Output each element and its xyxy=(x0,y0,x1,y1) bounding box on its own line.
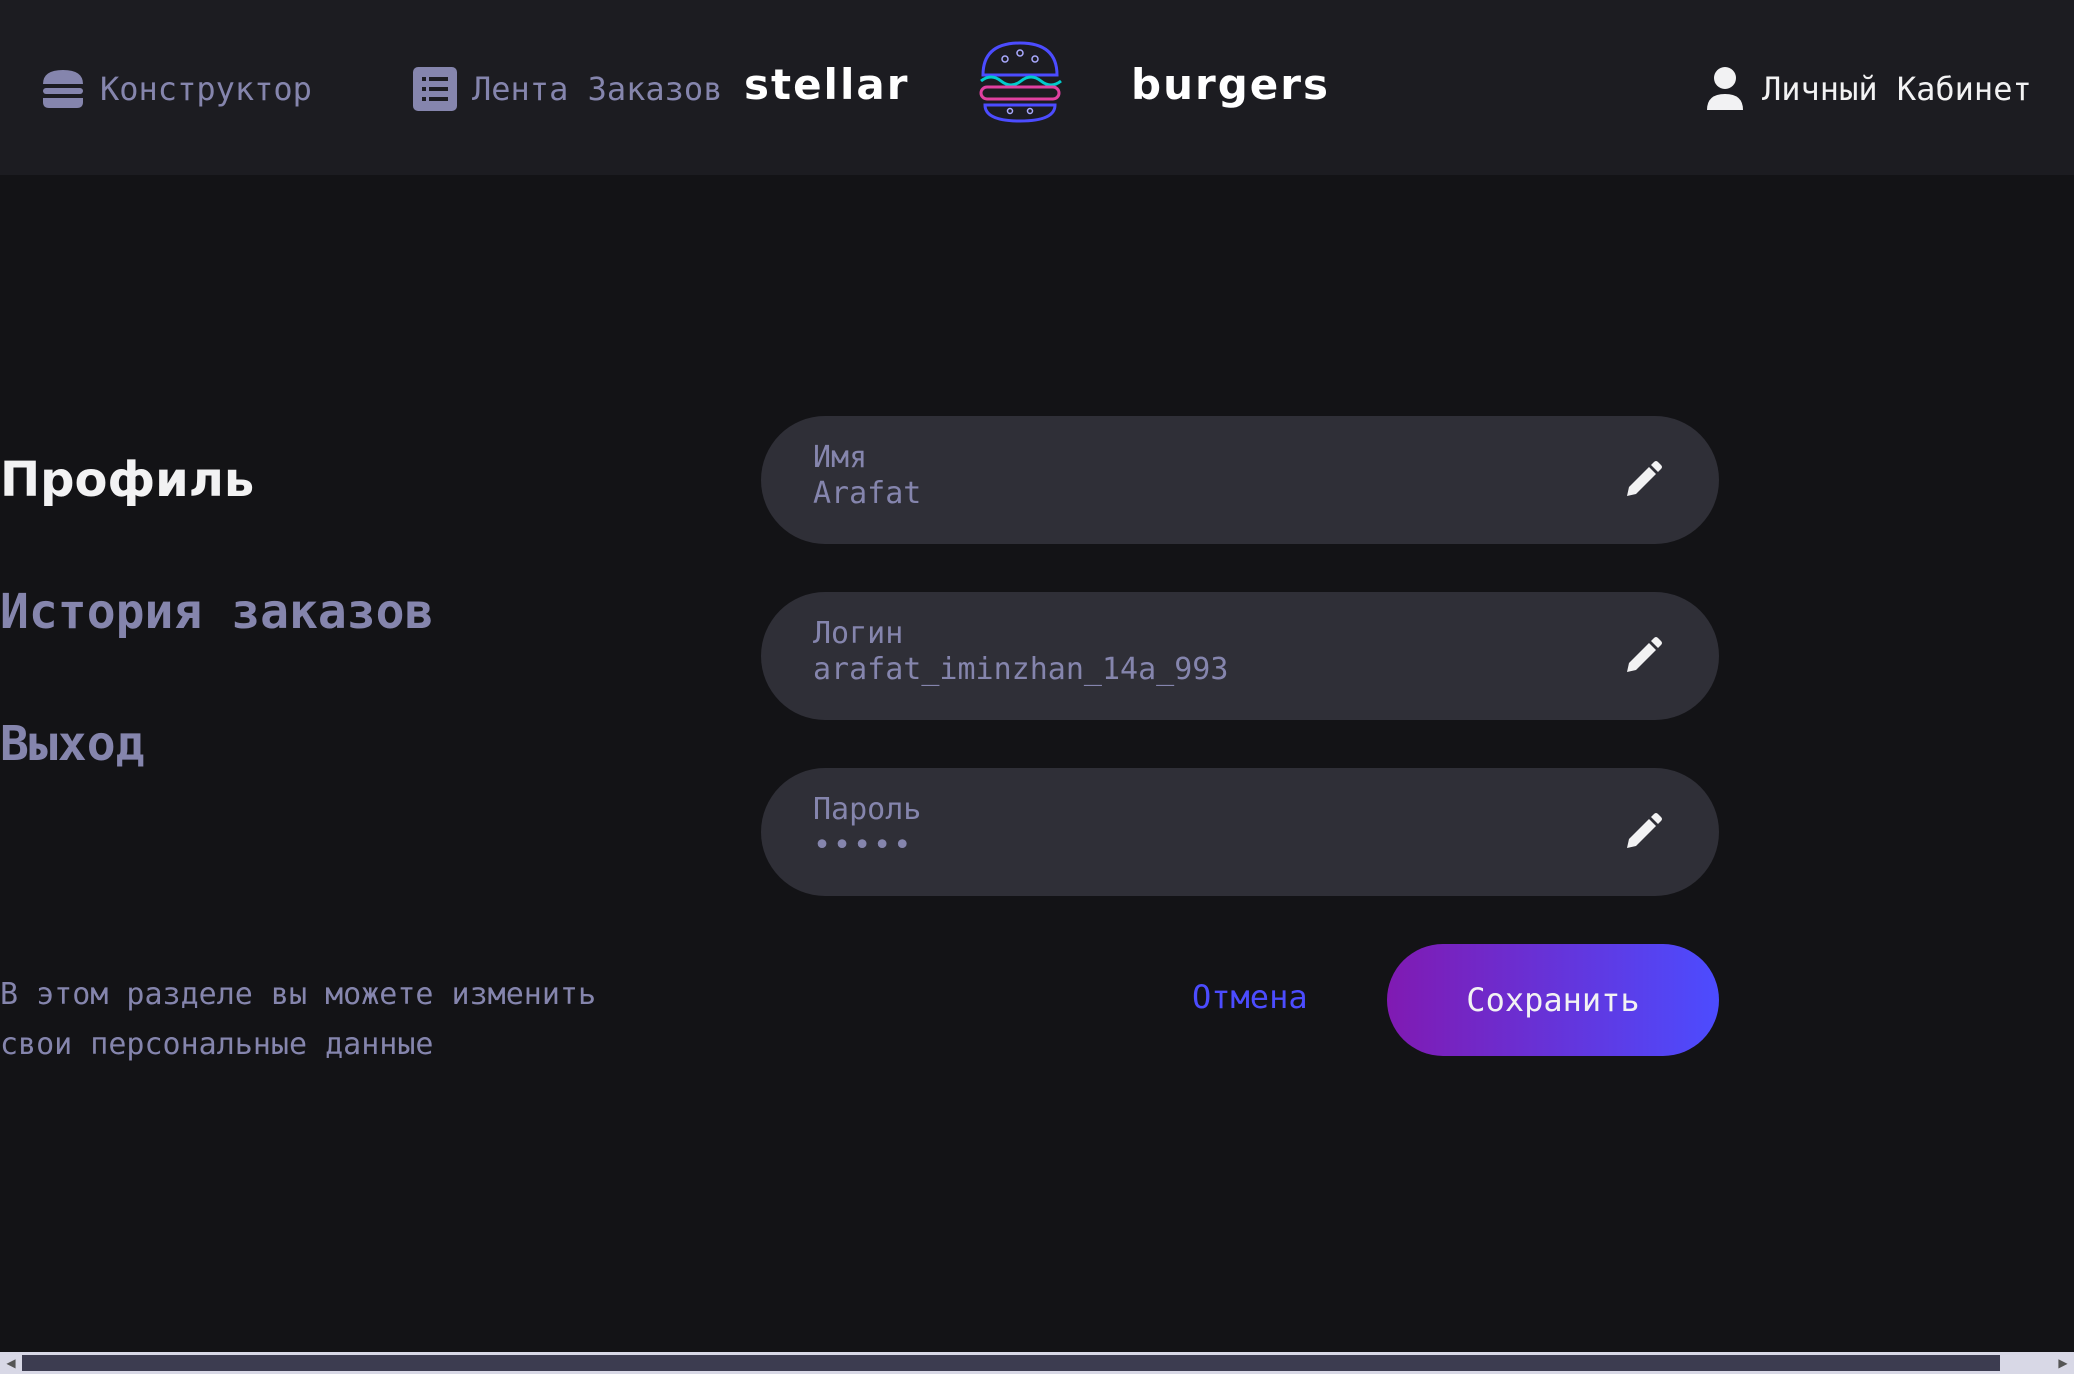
app-header: Конструктор Лента Заказов stellar burger… xyxy=(0,0,2074,175)
save-button[interactable]: Сохранить xyxy=(1387,944,1719,1056)
logo-text-left: stellar xyxy=(744,59,910,109)
scroll-left-icon[interactable]: ◀ xyxy=(0,1352,22,1374)
profile-hint: В этом разделе вы можете изменить свои п… xyxy=(0,977,597,1062)
profile-icon xyxy=(1702,66,1748,112)
edit-icon[interactable] xyxy=(1619,632,1667,680)
login-field[interactable]: Логин arafat_iminzhan_14a_993 xyxy=(761,592,1719,720)
nav-account[interactable]: Личный Кабинет xyxy=(1702,62,2032,116)
name-field-value[interactable]: Arafat xyxy=(813,476,1403,511)
burger-icon xyxy=(40,66,86,112)
nav-order-feed[interactable]: Лента Заказов xyxy=(412,62,722,116)
burger-logo-icon xyxy=(975,37,1065,131)
sidebar-item-order-history[interactable]: История заказов xyxy=(0,584,433,640)
name-field-label: Имя xyxy=(813,440,868,475)
name-field[interactable]: Имя Arafat xyxy=(761,416,1719,544)
nav-constructor-label: Конструктор xyxy=(100,70,312,108)
sidebar-item-profile[interactable]: Профиль xyxy=(0,452,254,508)
sidebar-item-logout[interactable]: Выход xyxy=(0,716,145,772)
logo-text-right: burgers xyxy=(1131,59,1330,109)
scroll-right-icon[interactable]: ▶ xyxy=(2052,1352,2074,1374)
nav-order-feed-label: Лента Заказов xyxy=(472,70,723,108)
list-icon xyxy=(412,66,458,112)
scrollbar-thumb[interactable] xyxy=(22,1355,2000,1371)
login-field-label: Логин xyxy=(813,616,904,651)
nav-constructor[interactable]: Конструктор xyxy=(40,62,312,116)
login-field-value[interactable]: arafat_iminzhan_14a_993 xyxy=(813,652,1403,687)
nav-account-label: Личный Кабинет xyxy=(1762,70,2032,108)
password-field-label: Пароль xyxy=(813,792,922,827)
edit-icon[interactable] xyxy=(1619,808,1667,856)
password-field[interactable]: Пароль ••••• xyxy=(761,768,1719,896)
logo[interactable]: stellar burgers xyxy=(744,38,1330,130)
password-field-value[interactable]: ••••• xyxy=(813,828,1403,863)
cancel-button[interactable]: Отмена xyxy=(1192,978,1308,1016)
edit-icon[interactable] xyxy=(1619,456,1667,504)
horizontal-scrollbar[interactable]: ◀ ▶ xyxy=(0,1352,2074,1374)
